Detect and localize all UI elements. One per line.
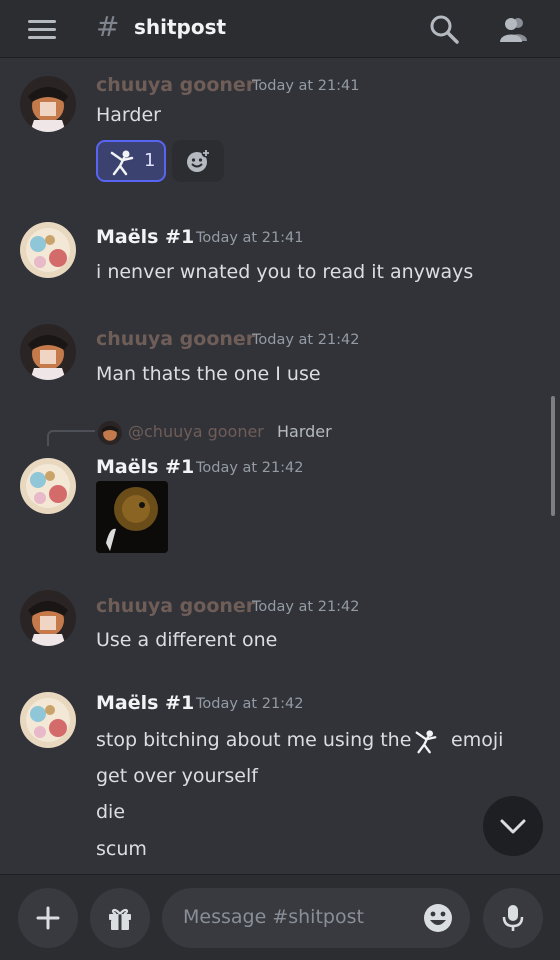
gift-icon [109, 908, 131, 930]
add-reaction-button[interactable] [172, 140, 224, 182]
fencer-emoji-icon [110, 150, 134, 176]
hamburger-menu-icon[interactable] [26, 13, 58, 45]
message-input[interactable]: Message #shitpost [162, 888, 470, 948]
message-author[interactable]: chuuya gooner [96, 595, 255, 617]
emoji-icon[interactable] [422, 902, 454, 934]
message-text: stop bitching about me using the [96, 729, 412, 751]
message-list[interactable]: chuuya gooner Today at 21:41 Harder 1 Ma… [0, 58, 560, 874]
avatar[interactable] [20, 590, 76, 646]
reply-text[interactable]: Harder [277, 422, 332, 441]
voice-message-button[interactable] [483, 888, 543, 948]
message-text: scum [96, 838, 147, 860]
avatar[interactable] [20, 692, 76, 748]
chevron-down-icon [500, 819, 526, 834]
avatar[interactable] [20, 222, 76, 278]
avatar[interactable] [20, 324, 76, 380]
message-author[interactable]: chuuya gooner [96, 328, 255, 350]
microphone-icon [502, 905, 524, 931]
message-timestamp: Today at 21:42 [252, 599, 360, 615]
search-icon[interactable] [428, 13, 460, 45]
message-timestamp: Today at 21:42 [196, 460, 304, 476]
add-reaction-icon [187, 149, 210, 172]
message-author[interactable]: chuuya gooner [96, 74, 255, 96]
channel-header: # shitpost [0, 0, 560, 58]
message-text: i nenver wnated you to read it anyways [96, 261, 474, 283]
message-timestamp: Today at 21:42 [252, 332, 360, 348]
message-text: die [96, 801, 126, 823]
message-author[interactable]: Maëls #1 [96, 226, 194, 248]
message-text: Use a different one [96, 629, 278, 651]
message-text: Harder [96, 104, 161, 126]
message-timestamp: Today at 21:41 [196, 230, 304, 246]
reply-avatar [98, 421, 122, 445]
message-timestamp: Today at 21:42 [196, 696, 304, 712]
message-text: emoji [451, 729, 504, 751]
message-author[interactable]: Maëls #1 [96, 692, 194, 714]
reaction-pill[interactable]: 1 [96, 140, 166, 182]
message-author[interactable]: Maëls #1 [96, 456, 194, 478]
fencer-emoji-icon [415, 730, 437, 754]
image-attachment[interactable] [96, 481, 168, 553]
message-text: get over yourself [96, 765, 258, 787]
composer-bar: Message #shitpost [0, 874, 560, 960]
message-input-placeholder: Message #shitpost [183, 906, 364, 928]
avatar[interactable] [20, 458, 76, 514]
channel-hash-icon: # [96, 10, 120, 43]
reply-connector [47, 430, 95, 446]
scrollbar[interactable] [551, 396, 555, 516]
reply-author[interactable]: @chuuya gooner [128, 422, 264, 441]
members-icon[interactable] [498, 13, 530, 45]
jump-to-present-button[interactable] [483, 796, 543, 856]
channel-name[interactable]: shitpost [134, 15, 226, 39]
plus-icon [36, 906, 60, 930]
avatar[interactable] [20, 76, 76, 132]
message-text: Man thats the one I use [96, 363, 321, 385]
reaction-count: 1 [144, 150, 156, 171]
message-timestamp: Today at 21:41 [252, 78, 360, 94]
add-attachment-button[interactable] [18, 888, 78, 948]
gift-button[interactable] [90, 888, 150, 948]
